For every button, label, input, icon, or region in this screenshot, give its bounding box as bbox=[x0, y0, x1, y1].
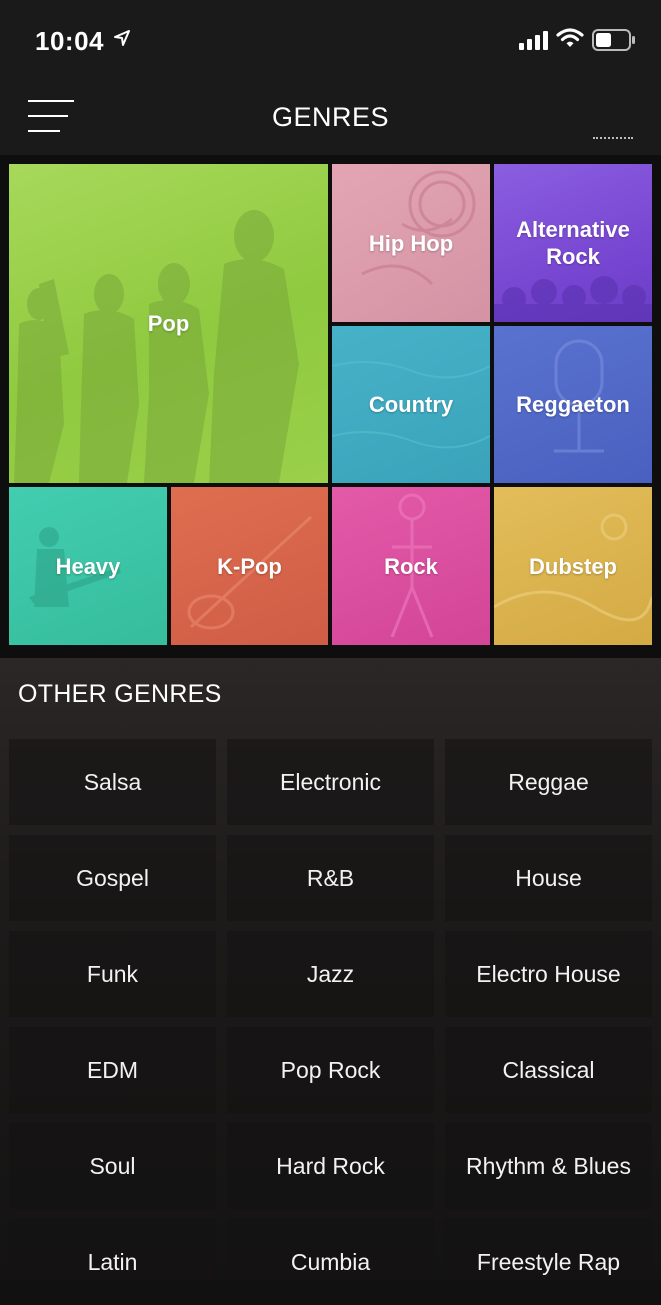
location-arrow-icon bbox=[114, 30, 130, 46]
genre-label: Reggaeton bbox=[516, 392, 630, 417]
genre-cell[interactable]: Gospel bbox=[9, 835, 216, 921]
other-genres-section: OTHER GENRES Salsa Electronic Reggae Gos… bbox=[0, 658, 661, 1305]
genre-cell[interactable]: Classical bbox=[445, 1027, 652, 1113]
genre-cell[interactable]: Salsa bbox=[9, 739, 216, 825]
genre-tile-pop[interactable]: Pop bbox=[9, 164, 328, 483]
genre-tile-rock[interactable]: Rock bbox=[332, 487, 490, 645]
status-bar: 10:04 bbox=[0, 0, 661, 80]
battery-icon bbox=[592, 29, 635, 51]
genre-label: Dubstep bbox=[529, 553, 617, 579]
genre-cell[interactable]: Rhythm & Blues bbox=[445, 1123, 652, 1209]
genre-tile-hip-hop[interactable]: Hip Hop bbox=[332, 164, 490, 322]
genre-cell[interactable]: EDM bbox=[9, 1027, 216, 1113]
app-header: GENRES bbox=[0, 80, 661, 155]
genre-cell[interactable]: Jazz bbox=[227, 931, 434, 1017]
genre-tile-heavy[interactable]: Heavy bbox=[9, 487, 167, 645]
genre-cell[interactable]: Latin bbox=[9, 1219, 216, 1305]
genre-tile-reggaeton[interactable]: Reggaeton bbox=[494, 326, 652, 483]
genre-tile-alternative-rock[interactable]: Alternative Rock bbox=[494, 164, 652, 322]
page-title: GENRES bbox=[271, 102, 390, 132]
genre-cell[interactable]: Soul bbox=[9, 1123, 216, 1209]
genre-cell[interactable]: Freestyle Rap bbox=[445, 1219, 652, 1305]
genre-label: Alternative Rock bbox=[516, 217, 630, 269]
genre-label: K-Pop bbox=[217, 553, 282, 579]
section-title: OTHER GENRES bbox=[18, 680, 222, 708]
featured-genres-grid: Pop Hip Hop Alternative Rock Country Reg… bbox=[0, 155, 661, 658]
genre-cell[interactable]: House bbox=[445, 835, 652, 921]
status-time: 10:04 bbox=[35, 26, 104, 56]
genre-cell[interactable]: Electronic bbox=[227, 739, 434, 825]
genre-cell[interactable]: Electro House bbox=[445, 931, 652, 1017]
more-dots-icon[interactable] bbox=[593, 137, 633, 139]
genre-label: Pop bbox=[147, 311, 190, 336]
genre-label: Hip Hop bbox=[368, 230, 454, 256]
genre-cell[interactable]: Cumbia bbox=[227, 1219, 434, 1305]
wifi-icon bbox=[556, 28, 584, 47]
genre-tile-country[interactable]: Country bbox=[332, 326, 490, 483]
genre-cell[interactable]: R&B bbox=[227, 835, 434, 921]
genre-label: Rock bbox=[384, 553, 438, 579]
genre-cell[interactable]: Hard Rock bbox=[227, 1123, 434, 1209]
genre-label: Country bbox=[368, 392, 454, 417]
genre-tile-k-pop[interactable]: K-Pop bbox=[171, 487, 328, 645]
genre-cell[interactable]: Funk bbox=[9, 931, 216, 1017]
genre-label: Heavy bbox=[55, 553, 121, 579]
genre-cell[interactable]: Pop Rock bbox=[227, 1027, 434, 1113]
genre-cell[interactable]: Reggae bbox=[445, 739, 652, 825]
cellular-signal-icon bbox=[519, 31, 548, 50]
genre-tile-dubstep[interactable]: Dubstep bbox=[494, 487, 652, 645]
